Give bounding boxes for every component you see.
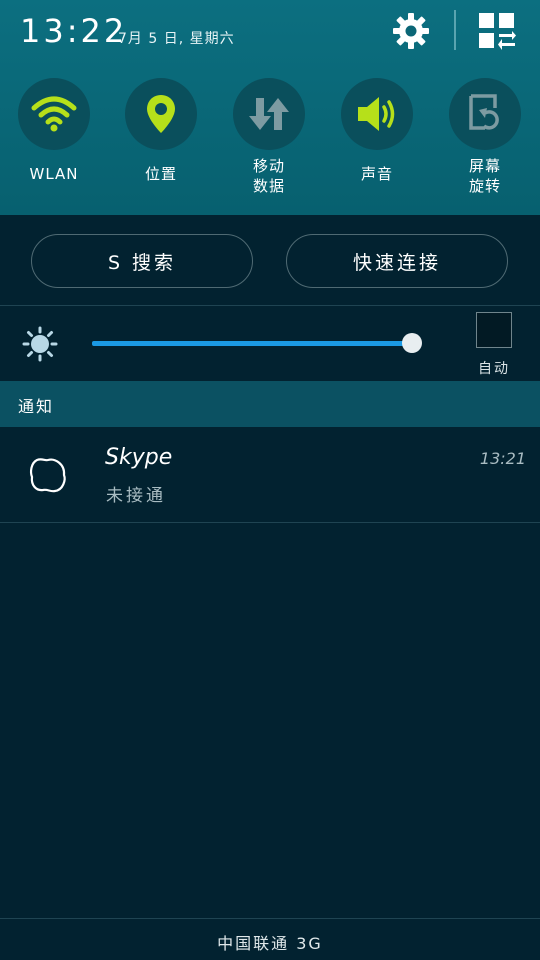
toggle-label: WLAN (29, 165, 79, 183)
brightness-slider-track[interactable] (92, 341, 412, 346)
auto-brightness-label: 自动 (478, 361, 510, 377)
wifi-icon (31, 96, 77, 132)
grid-toggle-icon (479, 13, 516, 50)
auto-brightness-checkbox[interactable] (476, 312, 512, 348)
divider (0, 918, 540, 919)
notification-text: 未接通 (106, 486, 166, 506)
date: 7月 5 日, 星期六 (118, 31, 235, 47)
toggle-mobile-data[interactable]: 移动 数据 (219, 78, 319, 196)
s-search-button[interactable]: S 搜索 (31, 234, 253, 288)
toggle-rotation[interactable]: 屏幕 旋转 (435, 78, 535, 196)
toggle-wlan[interactable]: WLAN (4, 78, 104, 184)
volume-icon (358, 97, 395, 131)
quick-settings-panel: 13:22 7月 5 日, 星期六 WLAN 位置 移动 数据 声音 屏幕 旋转 (0, 0, 540, 215)
brightness-sun-icon (22, 326, 58, 362)
toggle-label: 移动 数据 (252, 157, 285, 195)
divider (0, 522, 540, 523)
notification-skype[interactable]: Skype 未接通 13:21 (0, 427, 540, 522)
toggle-circle (449, 78, 521, 150)
quick-settings-grid-button[interactable] (474, 8, 520, 54)
notification-time: 13:21 (479, 449, 526, 468)
toggle-circle (18, 78, 90, 150)
toggle-label: 声音 (360, 165, 393, 183)
rotate-icon (469, 94, 499, 130)
quick-connect-button[interactable]: 快速连接 (286, 234, 508, 288)
notifications-header: 通知 (0, 381, 540, 427)
skype-icon (29, 458, 66, 493)
toggle-location[interactable]: 位置 (111, 78, 211, 184)
gear-icon (393, 13, 429, 49)
toggle-sound[interactable]: 声音 (327, 78, 427, 184)
quick-connect-label: 快速连接 (352, 251, 441, 274)
location-pin-icon (147, 95, 175, 133)
header-divider (454, 10, 456, 50)
clock: 13:22 (20, 12, 128, 50)
notifications-header-label: 通知 (18, 397, 55, 416)
toggle-circle (233, 78, 305, 150)
mobile-data-icon (249, 98, 289, 130)
notification-title: Skype (105, 445, 173, 470)
toggle-label: 位置 (144, 165, 177, 183)
toggle-label: 屏幕 旋转 (468, 157, 501, 195)
toggle-circle (341, 78, 413, 150)
brightness-slider-thumb[interactable] (402, 333, 422, 353)
carrier-label: 中国联通 3G (217, 934, 323, 953)
settings-button[interactable] (388, 8, 434, 54)
s-search-label: S 搜索 (107, 251, 177, 274)
divider (0, 305, 540, 306)
toggle-circle (125, 78, 197, 150)
